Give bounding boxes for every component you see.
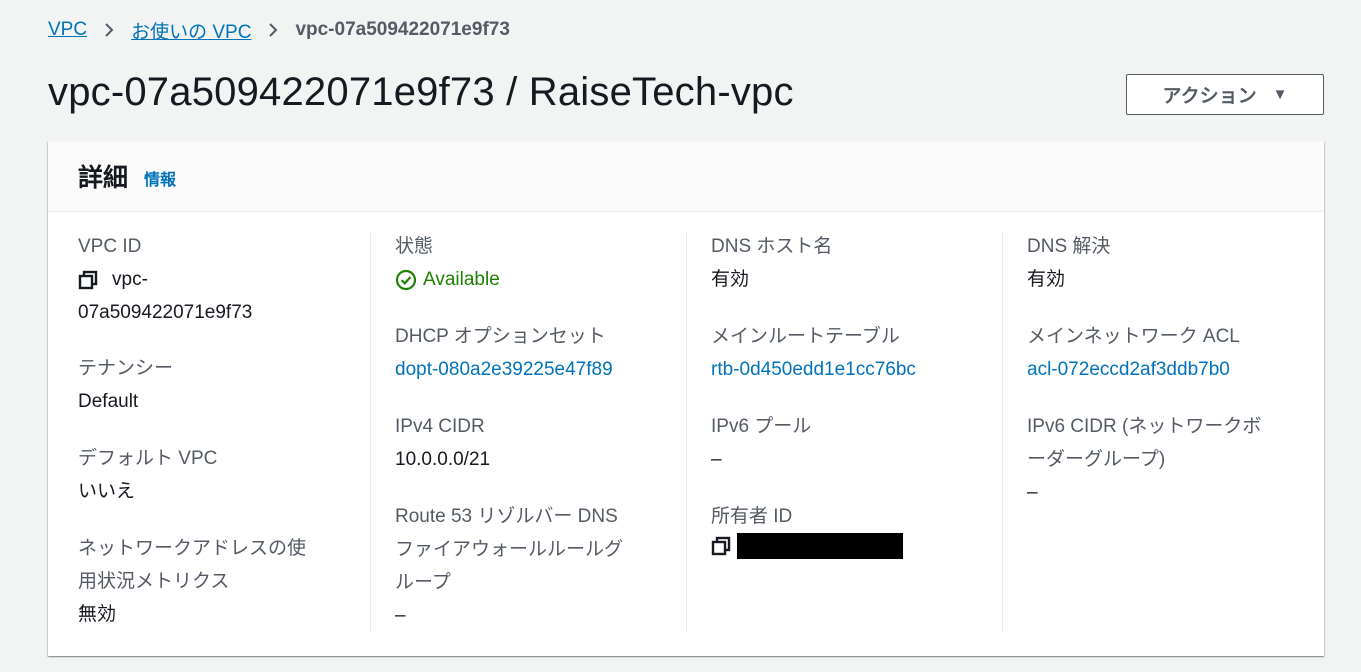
details-panel: 詳細 情報 VPC ID vpc- 07a509422071e9f73 テナンシ… <box>48 141 1324 656</box>
dns-resolution-value: 有効 <box>1027 269 1066 290</box>
dhcp-field: DHCP オプションセット dopt-080a2e39225e47f89 <box>395 320 665 386</box>
check-circle-icon <box>395 269 423 291</box>
main-route-table-link[interactable]: rtb-0d450edd1e1cc76bc <box>711 353 981 386</box>
chevron-right-icon <box>268 22 278 38</box>
ipv6-cidr-label-2: ーダーグループ) <box>1027 449 1166 470</box>
details-column-4: DNS 解決 有効 メインネットワーク ACL acl-072eccd2af3d… <box>1002 232 1325 632</box>
details-panel-header: 詳細 情報 <box>48 141 1324 212</box>
dns-hostnames-field: DNS ホスト名 有効 <box>711 230 981 296</box>
owner-id-value <box>711 533 981 559</box>
caret-down-icon: ▼ <box>1272 86 1288 103</box>
main-network-acl-field: メインネットワーク ACL acl-072eccd2af3ddb7b0 <box>1027 320 1297 386</box>
owner-id-field: 所有者 ID <box>711 500 981 559</box>
route53-firewall-field: Route 53 リゾルバー DNS ファイアウォールルールグ ループ – <box>395 500 665 632</box>
details-panel-title: 詳細 <box>78 164 129 192</box>
actions-button-label: アクション <box>1162 86 1257 107</box>
breadcrumb: VPC お使いの VPC vpc-07a509422071e9f73 <box>48 17 510 44</box>
network-address-usage-label-2: 用状況メトリクス <box>78 571 230 592</box>
breadcrumb-vpc-link[interactable]: VPC <box>48 19 87 41</box>
network-address-usage-field: ネットワークアドレスの使 用状況メトリクス 無効 <box>78 532 348 631</box>
main-network-acl-label: メインネットワーク ACL <box>1027 326 1240 347</box>
tenancy-label: テナンシー <box>78 358 174 379</box>
route53-label-3: ループ <box>395 572 451 593</box>
default-vpc-label: デフォルト VPC <box>78 448 218 469</box>
route53-value: – <box>395 605 406 626</box>
main-route-table-label: メインルートテーブル <box>711 326 900 347</box>
tenancy-value: Default <box>78 391 139 412</box>
ipv6-cidr-value: – <box>1027 482 1038 503</box>
actions-button[interactable]: アクション ▼ <box>1126 74 1324 115</box>
info-link[interactable]: 情報 <box>144 166 176 190</box>
state-label: 状態 <box>395 236 434 257</box>
vpc-id-field: VPC ID vpc- 07a509422071e9f73 <box>78 230 348 329</box>
route53-label-1: Route 53 リゾルバー DNS <box>395 506 618 527</box>
dns-hostnames-value: 有効 <box>711 269 750 290</box>
status-badge: Available <box>395 263 665 296</box>
dhcp-options-link[interactable]: dopt-080a2e39225e47f89 <box>395 353 665 386</box>
state-field: 状態 Available <box>395 230 665 296</box>
vpc-id-value-prefix: vpc- <box>112 269 148 290</box>
ipv6-pool-field: IPv6 プール – <box>711 410 981 476</box>
vpc-id-label: VPC ID <box>78 236 142 257</box>
network-address-usage-label-1: ネットワークアドレスの使 <box>78 538 307 559</box>
main-network-acl-link[interactable]: acl-072eccd2af3ddb7b0 <box>1027 353 1297 386</box>
details-column-2: 状態 Available DHCP オプションセット dopt-080a2e39… <box>370 232 687 632</box>
tenancy-field: テナンシー Default <box>78 352 348 418</box>
ipv6-pool-value: – <box>711 449 722 470</box>
breadcrumb-your-vpcs-link[interactable]: お使いの VPC <box>131 17 251 44</box>
state-value: Available <box>423 269 500 290</box>
copy-icon[interactable] <box>78 270 98 290</box>
default-vpc-field: デフォルト VPC いいえ <box>78 442 348 508</box>
redacted-owner-id <box>737 533 903 559</box>
page-title: vpc-07a509422071e9f73 / RaiseTech-vpc <box>48 70 794 114</box>
owner-id-label: 所有者 ID <box>711 506 793 527</box>
details-columns: VPC ID vpc- 07a509422071e9f73 テナンシー Defa… <box>48 232 1324 632</box>
details-column-1: VPC ID vpc- 07a509422071e9f73 テナンシー Defa… <box>48 232 370 632</box>
breadcrumb-current: vpc-07a509422071e9f73 <box>295 19 510 40</box>
route53-label-2: ファイアウォールルールグ <box>395 539 624 560</box>
copy-icon[interactable] <box>711 536 731 556</box>
ipv6-pool-label: IPv6 プール <box>711 416 812 437</box>
dns-resolution-field: DNS 解決 有効 <box>1027 230 1297 296</box>
ipv6-cidr-label-1: IPv6 CIDR (ネットワークボ <box>1027 416 1262 437</box>
network-address-usage-value: 無効 <box>78 604 117 625</box>
ipv6-cidr-field: IPv6 CIDR (ネットワークボ ーダーグループ) – <box>1027 410 1297 509</box>
ipv4-cidr-label: IPv4 CIDR <box>395 416 485 437</box>
ipv4-cidr-value: 10.0.0.0/21 <box>395 449 491 470</box>
ipv4-cidr-field: IPv4 CIDR 10.0.0.0/21 <box>395 410 665 476</box>
details-column-3: DNS ホスト名 有効 メインルートテーブル rtb-0d450edd1e1cc… <box>686 232 1003 632</box>
chevron-right-icon <box>104 22 114 38</box>
dhcp-label: DHCP オプションセット <box>395 326 606 347</box>
vpc-id-value-line2: 07a509422071e9f73 <box>78 302 253 323</box>
dns-hostnames-label: DNS ホスト名 <box>711 236 833 257</box>
default-vpc-value: いいえ <box>78 481 136 502</box>
main-route-table-field: メインルートテーブル rtb-0d450edd1e1cc76bc <box>711 320 981 386</box>
dns-resolution-label: DNS 解決 <box>1027 236 1111 257</box>
vpc-id-value-line1: vpc- <box>78 263 348 296</box>
